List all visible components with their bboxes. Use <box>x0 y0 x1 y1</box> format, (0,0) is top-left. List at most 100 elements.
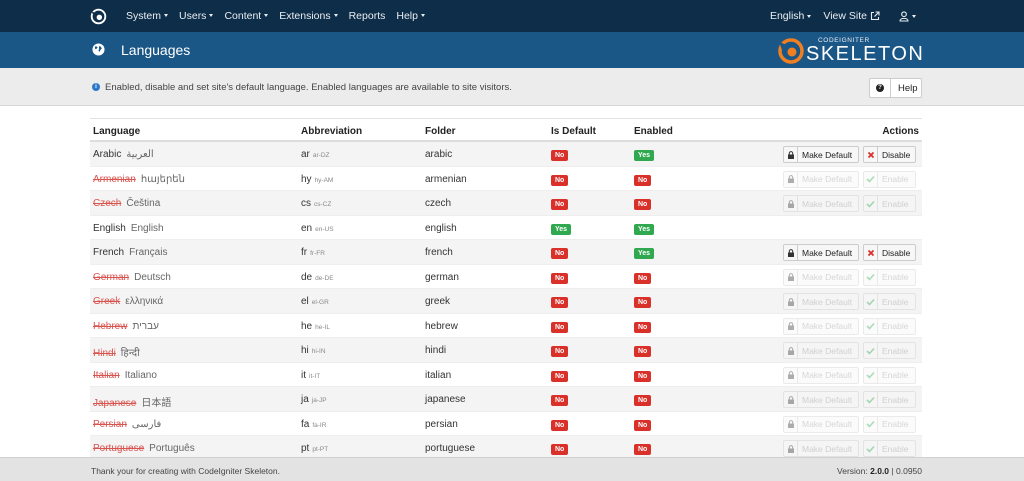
status-badge: No <box>551 444 569 455</box>
enable-button[interactable]: Enable <box>863 293 916 310</box>
table-header: Language Abbreviation Folder Is Default … <box>90 118 922 142</box>
status-badge: No <box>551 272 569 284</box>
languages-table: Language Abbreviation Folder Is Default … <box>90 118 922 461</box>
footer-version: Version: 2.0.0 | 0.0950 <box>837 466 922 476</box>
make-default-button: Make Default <box>783 170 859 188</box>
status-badge: No <box>634 395 652 406</box>
menu-item-reports[interactable]: Reports <box>349 10 386 22</box>
locale-code: el-GR <box>311 299 329 306</box>
make-default-button[interactable]: Make Default <box>783 146 859 163</box>
language-cell: Japanese 日本語 <box>93 394 171 409</box>
status-badge: No <box>634 346 652 357</box>
table-row: English English en en-US english Yes Yes <box>90 216 922 240</box>
status-badge: No <box>634 444 652 455</box>
enable-button[interactable]: Enable <box>863 170 916 188</box>
folder-cell: italian <box>425 369 452 381</box>
external-link-icon <box>870 11 880 21</box>
language-cell: English English <box>93 223 164 234</box>
is-default-cell: No <box>551 296 569 308</box>
info-bar: i Enabled, disable and set site's defaul… <box>0 68 1024 106</box>
col-language: Language <box>93 126 141 137</box>
lock-icon <box>784 416 798 432</box>
actions-cell: Make Default Enable <box>783 293 916 310</box>
folder-cell: portuguese <box>425 443 476 454</box>
enable-button[interactable]: Enable <box>863 317 916 335</box>
enable-label: Enable <box>882 296 909 307</box>
disable-button[interactable]: Disable <box>863 146 916 163</box>
language-name: Hindi <box>93 348 116 359</box>
abbreviation: hi <box>301 345 309 356</box>
language-native-name: հայերեն <box>140 173 185 185</box>
make-default-button: Make Default <box>783 366 859 384</box>
view-site-link[interactable]: View Site <box>823 10 880 22</box>
locale-code: ja-JP <box>311 397 327 404</box>
table-row: Japanese 日本語 ja ja-JP japanese No No Make Defau… <box>90 387 922 412</box>
user-menu[interactable] <box>896 10 916 22</box>
enable-label: Enable <box>882 198 909 209</box>
enable-button[interactable]: Enable <box>863 366 916 384</box>
lock-icon <box>784 196 798 211</box>
abbreviation-cell: en en-US <box>301 223 334 234</box>
language-cell: Italian Italiano <box>93 370 157 381</box>
menu-item-users[interactable]: Users <box>179 10 213 22</box>
footer-credit: Thank your for creating with CodeIgniter… <box>91 466 280 476</box>
language-cell: German Deutsch <box>93 272 171 283</box>
lock-icon <box>784 392 798 407</box>
enable-button[interactable]: Enable <box>863 440 916 457</box>
make-default-button[interactable]: Make Default <box>783 244 859 261</box>
menu-item-system[interactable]: System <box>126 10 168 22</box>
col-is-default: Is Default <box>551 126 597 137</box>
status-badge: Yes <box>634 248 655 259</box>
app-logo-icon[interactable] <box>90 8 107 25</box>
enable-button[interactable]: Enable <box>863 268 916 286</box>
language-name: English <box>93 222 126 234</box>
check-icon <box>864 294 878 309</box>
col-enabled: Enabled <box>634 126 673 137</box>
help-button[interactable]: ? Help <box>869 78 922 98</box>
version-label: Version: <box>837 466 868 476</box>
locale-code: cs-CZ <box>314 201 332 208</box>
is-default-cell: No <box>551 321 569 333</box>
check-icon <box>864 171 878 187</box>
language-name: Arabic <box>93 149 122 160</box>
menu-item-content[interactable]: Content <box>224 10 268 22</box>
abbreviation: fa <box>301 418 310 430</box>
enabled-cell: No <box>634 296 652 308</box>
enable-label: Enable <box>882 443 909 454</box>
enable-label: Enable <box>882 272 909 282</box>
table-row: Czech Čeština cs cs-CZ czech No No Make Default… <box>90 191 922 216</box>
locale-code: fr-FR <box>310 250 325 257</box>
language-dropdown[interactable]: English <box>770 10 811 22</box>
is-default-cell: No <box>551 174 569 186</box>
status-badge: No <box>551 395 569 406</box>
is-default-cell: No <box>551 394 569 406</box>
menu-item-help[interactable]: Help <box>396 10 425 22</box>
enabled-cell: Yes <box>634 247 655 259</box>
locale-code: hi-IN <box>311 348 326 355</box>
enabled-cell: No <box>634 419 652 431</box>
enabled-cell: Yes <box>634 149 655 161</box>
disable-button[interactable]: Disable <box>863 244 916 261</box>
locale-code: pt-PT <box>312 446 329 453</box>
enable-button[interactable]: Enable <box>863 391 916 408</box>
status-badge: No <box>634 174 652 186</box>
language-native-name: עברית <box>132 320 159 332</box>
abbreviation-cell: el el-GR <box>301 296 329 307</box>
enable-button[interactable]: Enable <box>863 415 916 433</box>
enable-button[interactable]: Enable <box>863 342 916 359</box>
make-default-label: Make Default <box>802 247 853 258</box>
make-default-button: Make Default <box>783 415 859 433</box>
is-default-cell: No <box>551 370 569 382</box>
menu-item-extensions[interactable]: Extensions <box>279 10 337 22</box>
enabled-cell: No <box>634 174 652 186</box>
lock-icon <box>784 343 798 358</box>
info-icon: i <box>92 83 100 91</box>
status-badge: No <box>634 419 652 431</box>
status-badge: No <box>551 248 569 259</box>
enabled-cell: No <box>634 272 652 284</box>
lock-icon <box>784 318 798 334</box>
table-row: Hindi हिन्दी hi hi-IN hindi No No Make Default E… <box>90 338 922 363</box>
enable-button[interactable]: Enable <box>863 195 916 212</box>
status-badge: No <box>551 346 569 357</box>
abbreviation-cell: he he-IL <box>301 321 330 332</box>
